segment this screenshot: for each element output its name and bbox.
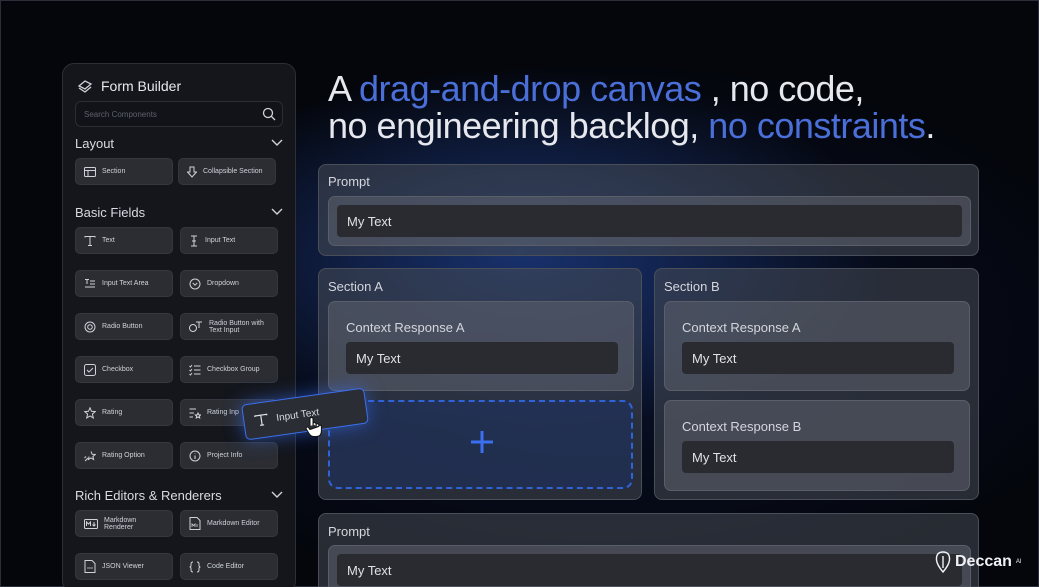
chevron-down-icon[interactable] xyxy=(271,208,283,216)
section-b-label: Section B xyxy=(664,279,720,294)
section-header-layout[interactable]: Layout xyxy=(75,136,114,151)
form-builder-icon xyxy=(77,80,93,93)
component-input-text-area[interactable]: Input Text Area xyxy=(75,270,173,297)
star-sparkle-icon xyxy=(84,450,96,461)
markdown-file-icon xyxy=(189,517,201,530)
headline-line-2: no engineering backlog, no constraints. xyxy=(328,105,935,146)
component-radio-with-text[interactable]: Radio Button with Text Input xyxy=(180,313,278,340)
prompt-text-field[interactable]: My Text xyxy=(337,205,962,237)
json-file-icon xyxy=(84,560,96,573)
context-response-card[interactable]: Context Response A My Text xyxy=(328,301,634,391)
checklist-icon xyxy=(189,364,201,376)
plus-icon[interactable] xyxy=(470,430,494,454)
component-radio-button[interactable]: Radio Button xyxy=(75,313,173,340)
context-response-field[interactable]: My Text xyxy=(682,342,954,374)
form-builder-header: Form Builder xyxy=(77,78,181,94)
component-collapsible-section[interactable]: Collapsible Section xyxy=(178,158,276,185)
prompt-field-wrapper: My Text xyxy=(328,196,971,246)
context-response-card[interactable]: Context Response B My Text xyxy=(664,400,970,491)
section-a-label: Section A xyxy=(328,279,383,294)
context-response-field[interactable]: My Text xyxy=(346,342,618,374)
search-input[interactable]: Search Components xyxy=(75,101,283,127)
prompt-text-field[interactable]: My Text xyxy=(337,554,962,586)
prompt-label: Prompt xyxy=(328,174,370,189)
radio-text-icon xyxy=(189,321,202,332)
prompt-block-top[interactable]: Prompt My Text xyxy=(318,164,979,256)
component-code-editor[interactable]: Code Editor xyxy=(180,553,278,580)
component-markdown-renderer[interactable]: Markdown Renderer xyxy=(75,510,173,537)
component-project-info[interactable]: Project Info xyxy=(180,442,278,469)
radio-icon xyxy=(84,321,96,332)
component-markdown-editor[interactable]: Markdown Editor xyxy=(180,510,278,537)
deccan-logo-icon xyxy=(935,551,951,573)
context-response-card[interactable]: Context Response A My Text xyxy=(664,301,970,391)
rating-list-icon xyxy=(189,408,201,419)
prompt-label: Prompt xyxy=(328,524,370,539)
component-checkbox-group[interactable]: Checkbox Group xyxy=(180,356,278,383)
star-icon xyxy=(84,406,96,419)
component-rating[interactable]: Rating xyxy=(75,399,173,426)
chevron-down-icon[interactable] xyxy=(271,491,283,499)
component-section[interactable]: Section xyxy=(75,158,173,185)
context-response-label: Context Response B xyxy=(682,419,802,434)
arrow-down-icon xyxy=(187,166,197,178)
form-builder-title: Form Builder xyxy=(101,78,182,94)
search-icon[interactable] xyxy=(262,107,276,121)
component-checkbox[interactable]: Checkbox xyxy=(75,356,173,383)
component-rating-option[interactable]: Rating Option xyxy=(75,442,173,469)
prompt-field-wrapper: My Text xyxy=(328,545,971,587)
prompt-block-bottom[interactable]: Prompt My Text xyxy=(318,513,979,587)
section-icon xyxy=(84,166,96,177)
component-text[interactable]: Text xyxy=(75,227,173,254)
text-area-icon xyxy=(85,278,95,287)
headline: A drag-and-drop canvas , no code, no eng… xyxy=(328,70,935,144)
section-header-basic-fields[interactable]: Basic Fields xyxy=(75,205,145,220)
section-header-rich-editors[interactable]: Rich Editors & Renderers xyxy=(75,488,222,503)
component-dropdown[interactable]: Dropdown xyxy=(180,270,278,297)
drop-zone[interactable] xyxy=(328,400,633,489)
component-json-viewer[interactable]: JSON Viewer xyxy=(75,553,173,580)
text-icon xyxy=(84,235,96,246)
chevron-down-icon[interactable] xyxy=(271,139,283,147)
checkbox-icon xyxy=(84,363,96,376)
text-cursor-icon xyxy=(191,235,197,246)
context-response-label: Context Response A xyxy=(346,320,465,335)
context-response-field[interactable]: My Text xyxy=(682,441,954,473)
form-builder-panel: Form Builder Search Components Layout Se… xyxy=(62,63,296,587)
grab-cursor-icon xyxy=(305,416,322,437)
brand-name: Deccan xyxy=(955,553,1012,570)
markdown-icon xyxy=(84,518,98,529)
section-b[interactable]: Section B Context Response A My Text Con… xyxy=(654,268,979,500)
brand-logo: Deccan AI xyxy=(935,551,1022,573)
info-icon xyxy=(189,450,201,461)
component-input-text[interactable]: Input Text xyxy=(180,227,278,254)
search-placeholder: Search Components xyxy=(84,110,157,119)
text-icon xyxy=(254,413,268,426)
context-response-label: Context Response A xyxy=(682,320,801,335)
braces-icon xyxy=(189,561,201,572)
brand-suffix: AI xyxy=(1015,559,1022,565)
dropdown-icon xyxy=(189,278,201,289)
headline-line-1: A drag-and-drop canvas , no code, xyxy=(328,68,864,109)
